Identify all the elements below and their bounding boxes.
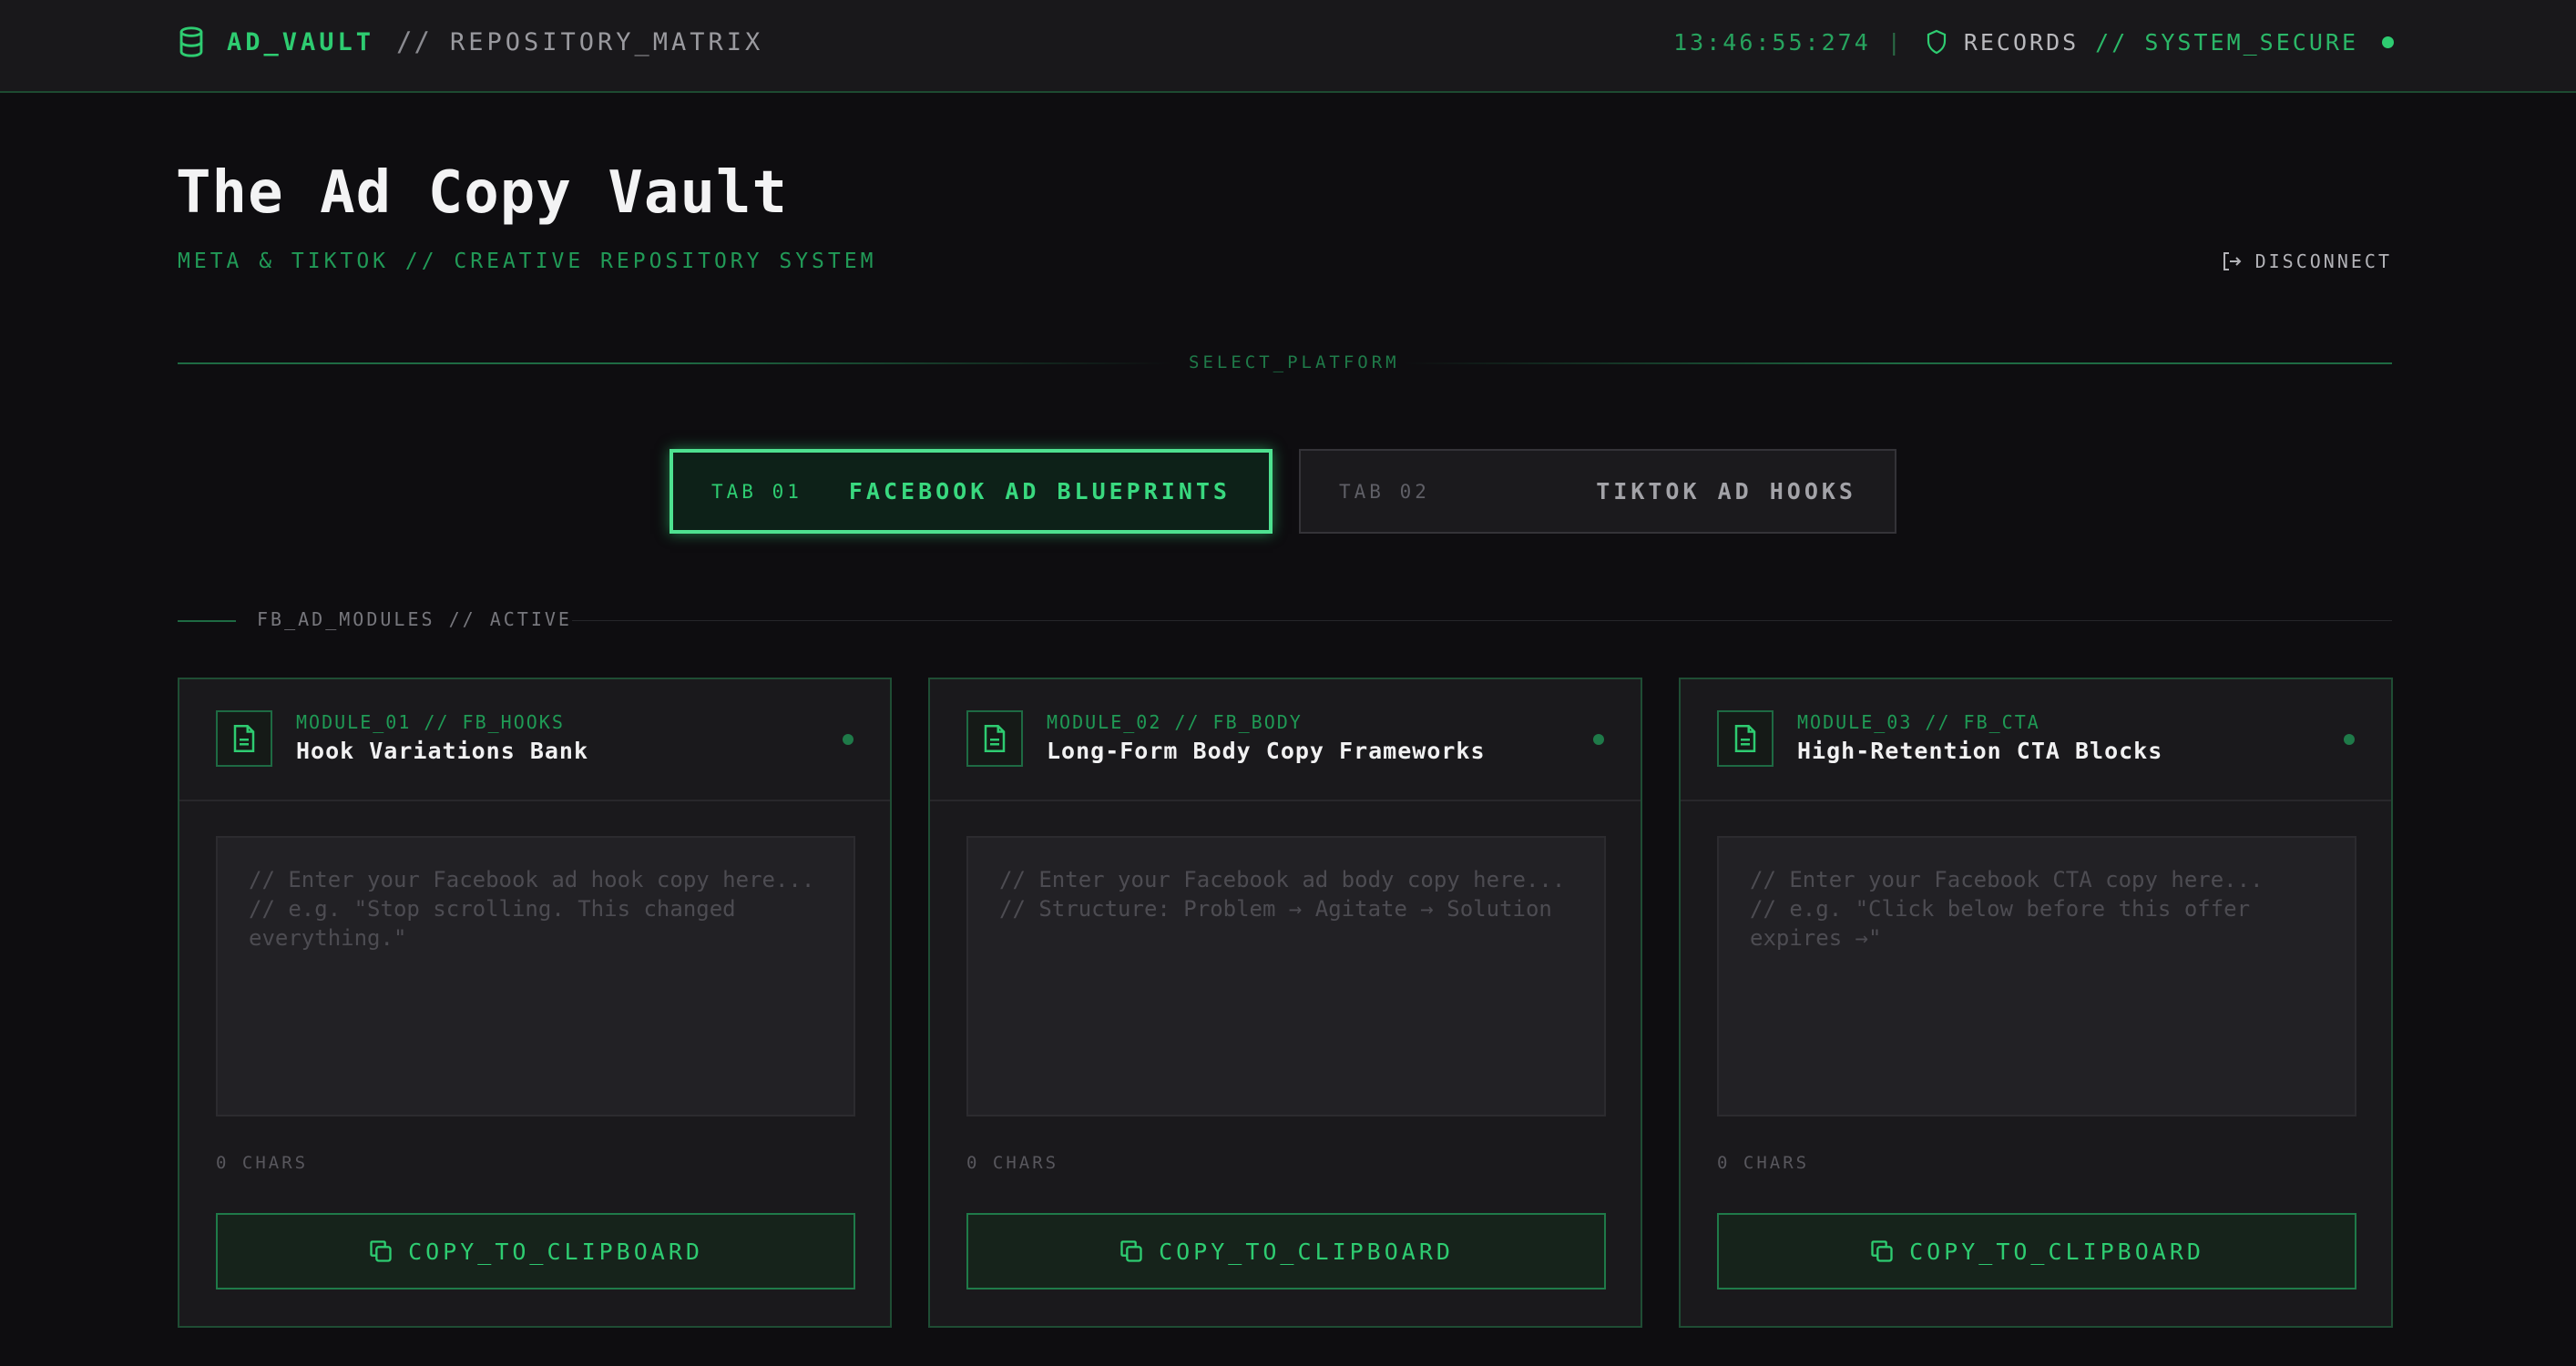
cta-copy-input[interactable] [1717,836,2356,1116]
section-rule [572,620,2392,621]
module-status-dot [1593,734,1604,745]
top-bar: AD_VAULT // REPOSITORY_MATRIX 13:46:55:2… [0,0,2576,93]
copy-icon [370,1240,392,1262]
card-header: MODULE_01 // FB_HOOKS Hook Variations Ba… [179,679,890,801]
hook-copy-input[interactable] [216,836,855,1116]
disconnect-button[interactable]: DISCONNECT [2221,250,2392,272]
logout-icon [2223,252,2241,270]
char-count: 0 CHARS [966,1153,1059,1173]
tab-label: TIKTOK AD HOOKS [1596,478,1856,505]
module-card-cta: MODULE_03 // FB_CTA High-Retention CTA B… [1679,678,2393,1328]
records-label: RECORDS [1963,28,2080,56]
module-code: MODULE_03 // FB_CTA [1797,711,2040,733]
system-secure-label: // SYSTEM_SECURE [2095,28,2358,56]
document-icon [216,710,272,767]
tab-facebook-ad-blueprints[interactable]: TAB 01 FACEBOOK AD BLUEPRINTS [670,449,1273,534]
copy-icon [1871,1240,1893,1262]
module-title: Hook Variations Bank [296,738,589,764]
database-icon [179,26,203,57]
app-name: AD_VAULT [227,27,375,56]
clock: 13:46:55:274 [1673,28,1871,56]
shield-icon [1927,29,1946,55]
module-status-dot [2344,734,2355,745]
disconnect-label: DISCONNECT [2254,250,2392,272]
copy-to-clipboard-button[interactable]: COPY_TO_CLIPBOARD [1717,1213,2356,1290]
copy-label: COPY_TO_CLIPBOARD [1909,1238,2204,1265]
divider-right [1403,362,2392,364]
body-copy-input[interactable] [966,836,1606,1116]
module-title: High-Retention CTA Blocks [1797,738,2163,764]
status-divider: | [1886,28,1904,56]
section-name: REPOSITORY_MATRIX [449,27,764,56]
page-title: The Ad Copy Vault [176,159,789,227]
char-count: 0 CHARS [1717,1153,1810,1173]
module-code: MODULE_01 // FB_HOOKS [296,711,565,733]
system-status: 13:46:55:274 | RECORDS // SYSTEM_SECURE [1673,0,2394,84]
module-card-body: MODULE_02 // FB_BODY Long-Form Body Copy… [928,678,1642,1328]
module-title: Long-Form Body Copy Frameworks [1047,738,1486,764]
section-line [178,620,236,622]
tab-number: TAB 02 [1339,480,1430,503]
copy-to-clipboard-button[interactable]: COPY_TO_CLIPBOARD [216,1213,855,1290]
brand: AD_VAULT // REPOSITORY_MATRIX [178,0,763,84]
card-header: MODULE_03 // FB_CTA High-Retention CTA B… [1681,679,2391,801]
page-subtitle: META & TIKTOK // CREATIVE REPOSITORY SYS… [178,250,877,273]
status-dot [2382,36,2394,48]
copy-label: COPY_TO_CLIPBOARD [1159,1238,1454,1265]
tab-label: FACEBOOK AD BLUEPRINTS [848,478,1231,505]
brand-separator: // [396,26,432,57]
select-platform-label: SELECT_PLATFORM [1189,352,1400,372]
document-icon [1717,710,1774,767]
tab-number: TAB 01 [711,480,802,503]
tab-tiktok-ad-hooks[interactable]: TAB 02 TIKTOK AD HOOKS [1299,449,1896,534]
copy-label: COPY_TO_CLIPBOARD [408,1238,703,1265]
module-card-hooks: MODULE_01 // FB_HOOKS Hook Variations Ba… [178,678,892,1328]
char-count: 0 CHARS [216,1153,309,1173]
module-status-dot [843,734,854,745]
copy-to-clipboard-button[interactable]: COPY_TO_CLIPBOARD [966,1213,1606,1290]
section-heading: FB_AD_MODULES // ACTIVE [257,608,572,630]
document-icon [966,710,1023,767]
divider-left [178,362,1170,364]
copy-icon [1120,1240,1142,1262]
card-header: MODULE_02 // FB_BODY Long-Form Body Copy… [930,679,1641,801]
module-code: MODULE_02 // FB_BODY [1047,711,1303,733]
